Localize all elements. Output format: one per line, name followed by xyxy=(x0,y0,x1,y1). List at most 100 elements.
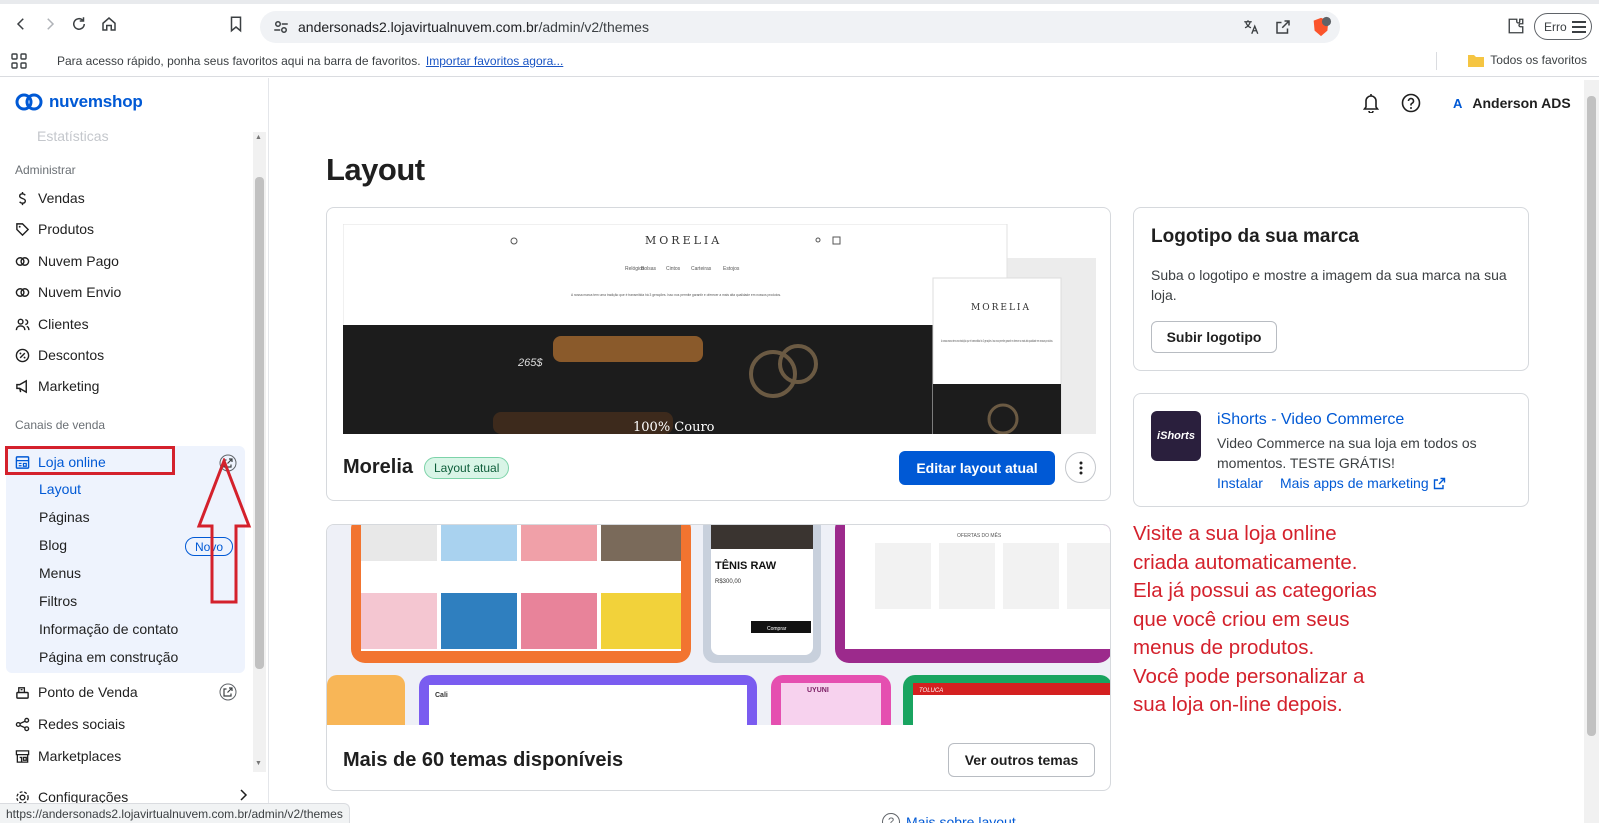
home-button[interactable] xyxy=(99,14,119,34)
nuvemshop-logo[interactable]: nuvemshop xyxy=(15,92,143,112)
sidebar-scrollbar[interactable]: ▲ ▼ xyxy=(253,132,266,772)
preview-menu-3: Carteiras xyxy=(691,266,712,272)
sidebar-item-label: Nuvem Pago xyxy=(38,253,119,269)
arrow-right-icon xyxy=(47,18,55,30)
bookmarks-divider xyxy=(1436,52,1437,70)
annotation-line: criada automaticamente. xyxy=(1133,550,1358,574)
app-description: Video Commerce na sua loja em todos os m… xyxy=(1217,435,1477,471)
mockup-cali: Cali xyxy=(435,692,448,699)
theme-name: Morelia xyxy=(343,456,414,478)
preview-menu-4: Estojos xyxy=(723,266,740,272)
more-apps-label: Mais apps de marketing xyxy=(1280,475,1429,491)
chevron-right-icon xyxy=(240,789,248,801)
page-title: Layout xyxy=(326,152,425,187)
profile-error-label: Erro xyxy=(1544,19,1567,34)
install-app-link[interactable]: Instalar xyxy=(1217,475,1263,491)
sidebar-item-nuvem-envio[interactable]: Nuvem Envio xyxy=(15,281,121,303)
more-about-layout-link[interactable]: ? Mais sobre layout xyxy=(882,813,1016,823)
bookmark-star-button[interactable] xyxy=(226,14,246,34)
main-scrollbar-thumb[interactable] xyxy=(1587,96,1596,736)
sidebar-item-estatisticas[interactable]: Estatísticas xyxy=(37,128,109,144)
preview-price-tag: 265$ xyxy=(517,357,543,369)
themes-mosaic-image[interactable]: TÊNIS RAW R$300,00 Comprar OFERTAS DO MÊ… xyxy=(327,525,1111,725)
address-bar[interactable]: andersonads2.lojavirtualnuvem.com.br/adm… xyxy=(260,11,1340,43)
mockup-tenis-raw: TÊNIS RAW xyxy=(715,559,777,572)
folder-icon xyxy=(1468,54,1485,67)
annotation-arrow-up-icon xyxy=(196,458,252,604)
sidebar-item-produtos[interactable]: Produtos xyxy=(15,218,94,240)
arrow-left-icon xyxy=(16,18,24,30)
sidebar-subitem-filtros[interactable]: Filtros xyxy=(39,593,77,609)
sidebar-subitem-layout[interactable]: Layout xyxy=(39,481,81,497)
nuvemshop-cloud-icon xyxy=(15,93,43,111)
sidebar-subitem-informacao-contato[interactable]: Informação de contato xyxy=(39,621,178,637)
site-settings-icon[interactable] xyxy=(272,18,290,36)
sidebar-item-label: Vendas xyxy=(38,190,85,206)
sidebar-item-ponto-de-venda[interactable]: Ponto de Venda xyxy=(15,681,138,703)
sidebar-subitem-pagina-construcao[interactable]: Página em construção xyxy=(39,649,178,665)
section-title-administrar: Administrar xyxy=(15,163,76,177)
app-title[interactable]: iShorts - Video Commerce xyxy=(1217,411,1404,429)
sidebar-item-nuvem-pago[interactable]: Nuvem Pago xyxy=(15,250,119,272)
sidebar-subitem-menus[interactable]: Menus xyxy=(39,565,81,581)
see-other-themes-button[interactable]: Ver outros temas xyxy=(948,743,1095,777)
nuvem-pago-icon xyxy=(15,256,30,266)
notifications-bell-icon[interactable] xyxy=(1362,93,1380,113)
annotation-line: menus de produtos. xyxy=(1133,636,1315,659)
mockup-buy: Comprar xyxy=(767,626,787,632)
sidebar-item-clientes[interactable]: Clientes xyxy=(15,313,89,335)
url-text: andersonads2.lojavirtualnuvem.com.br/adm… xyxy=(298,19,649,35)
sidebar-item-vendas[interactable]: Vendas xyxy=(15,187,85,209)
sidebar-item-label: Descontos xyxy=(38,347,105,363)
sidebar-subitem-blog[interactable]: Blog xyxy=(39,537,67,553)
nuvem-envio-icon xyxy=(15,287,30,297)
menu-hamburger-icon xyxy=(1571,20,1586,33)
current-layout-badge: Layout atual xyxy=(424,457,510,479)
brand-logo-card: Logotipo da sua marca Suba o logotipo e … xyxy=(1133,207,1529,371)
theme-options-button[interactable] xyxy=(1065,452,1096,483)
bookmarks-bar: Para acesso rápido, ponha seus favoritos… xyxy=(0,45,1599,77)
annotation-line: sua loja on-line depois. xyxy=(1133,693,1343,716)
url-path: /admin/v2/themes xyxy=(538,19,649,35)
edit-layout-button[interactable]: Editar layout atual xyxy=(899,451,1055,485)
scroll-down-arrow-icon[interactable]: ▼ xyxy=(255,760,262,767)
profile-error-button[interactable]: Erro xyxy=(1534,13,1592,40)
reload-button[interactable] xyxy=(69,14,89,34)
more-themes-title: Mais de 60 temas disponíveis xyxy=(343,749,624,771)
theme-preview-image[interactable]: MORELIA Relógios Bolsas Cintos Carteiras… xyxy=(343,224,1096,434)
current-theme-card: MORELIA Relógios Bolsas Cintos Carteiras… xyxy=(326,207,1111,501)
sidebar-item-label: Produtos xyxy=(38,221,95,237)
preview-brand: MORELIA xyxy=(645,234,722,247)
forward-button[interactable] xyxy=(40,14,60,34)
upload-logo-button[interactable]: Subir logotipo xyxy=(1151,321,1277,353)
external-link-icon xyxy=(1433,477,1445,489)
translate-icon[interactable] xyxy=(1242,18,1260,36)
open-pos-external-icon[interactable] xyxy=(219,683,237,701)
back-button[interactable] xyxy=(11,14,31,34)
scroll-up-arrow-icon[interactable]: ▲ xyxy=(255,134,262,141)
extensions-puzzle-icon[interactable] xyxy=(1507,17,1525,35)
apps-grid-icon[interactable] xyxy=(11,53,27,69)
more-marketing-apps-link[interactable]: Mais apps de marketing xyxy=(1280,475,1446,491)
share-icon[interactable] xyxy=(1274,18,1292,36)
home-icon xyxy=(102,17,116,31)
sidebar-subitem-paginas[interactable]: Páginas xyxy=(39,509,90,525)
sidebar-scrollbar-thumb[interactable] xyxy=(255,177,264,669)
sidebar-item-redes-sociais[interactable]: Redes sociais xyxy=(15,713,125,735)
user-menu[interactable]: A Anderson ADS xyxy=(1453,95,1571,111)
brave-shields-icon[interactable] xyxy=(1310,16,1332,38)
sidebar-item-label: Nuvem Envio xyxy=(38,284,122,300)
marketplace-icon xyxy=(15,749,30,763)
main-scrollbar[interactable] xyxy=(1584,80,1599,823)
sidebar-item-label: Redes sociais xyxy=(38,716,126,732)
sidebar-item-marketplaces[interactable]: Marketplaces xyxy=(15,745,121,767)
avatar: A xyxy=(1453,95,1463,111)
preview-menu-2: Cintos xyxy=(666,266,681,272)
import-bookmarks-link[interactable]: Importar favoritos agora... xyxy=(426,54,563,68)
sidebar-item-label: Marketing xyxy=(38,378,100,394)
sidebar-item-marketing[interactable]: Marketing xyxy=(15,375,99,397)
sidebar-item-label: Ponto de Venda xyxy=(38,684,138,700)
sidebar-item-descontos[interactable]: Descontos xyxy=(15,344,104,366)
help-question-icon[interactable] xyxy=(1401,93,1421,113)
all-bookmarks-button[interactable]: Todos os favoritos xyxy=(1468,53,1587,67)
